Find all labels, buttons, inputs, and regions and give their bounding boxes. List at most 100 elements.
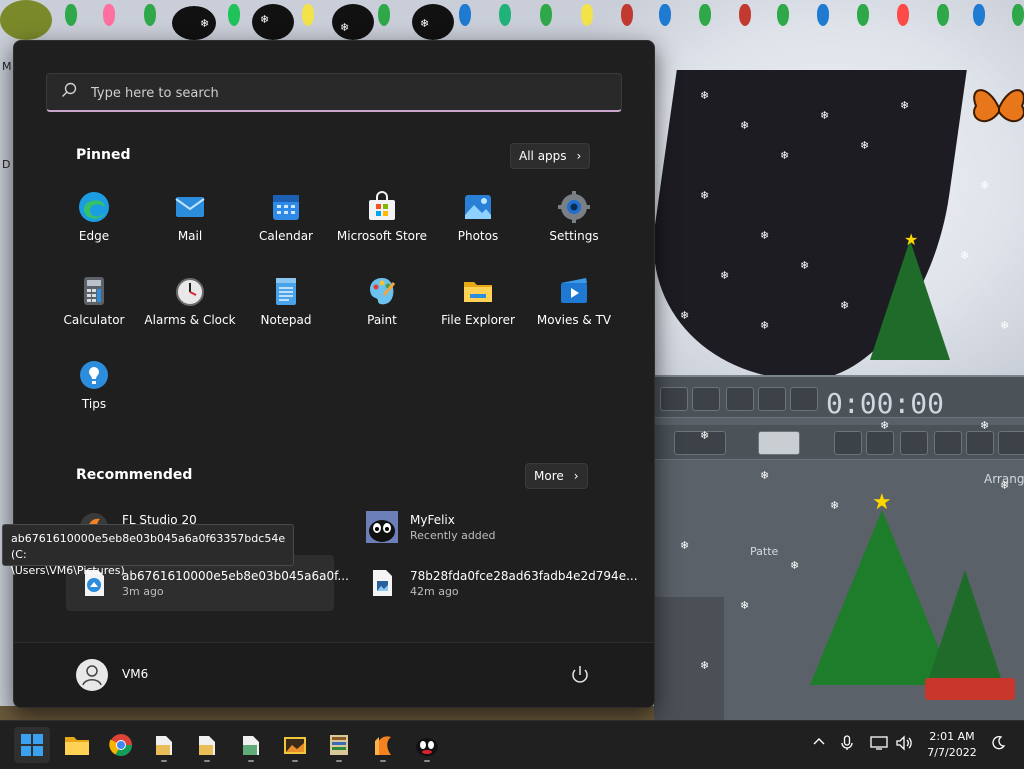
pinned-app-file-explorer[interactable]: File Explorer: [430, 267, 526, 343]
recommended-item-name: MyFelix: [410, 513, 455, 527]
fl-studio-icon: [375, 736, 391, 755]
volume-icon[interactable]: [895, 735, 913, 755]
taskbar-chrome[interactable]: [103, 727, 139, 763]
power-icon: [572, 666, 588, 683]
user-name: VM6: [122, 667, 149, 681]
taskbar-file-3[interactable]: [233, 727, 269, 763]
calendar-icon: [273, 195, 299, 220]
desktop-icon-label-fragment: M: [2, 60, 12, 73]
folder-icon: [464, 282, 492, 302]
calculator-icon: [84, 277, 104, 305]
pinned-app-label: Photos: [457, 229, 499, 243]
felix-icon: [416, 738, 438, 756]
fl-pattern-label: Patte: [750, 545, 779, 558]
pinned-app-label: Paint: [367, 313, 397, 327]
pinned-app-label: Movies & TV: [536, 313, 612, 327]
fl-time-display: 0:00:00: [826, 387, 945, 420]
pinned-app-label: Tips: [81, 397, 107, 411]
pinned-app-tips[interactable]: Tips: [46, 351, 142, 427]
file-path-tooltip: ab6761610000e5eb8e03b045a6a0f63357bdc54e…: [2, 524, 294, 577]
edge-icon: [79, 192, 109, 222]
clock-date: 7/7/2022: [927, 746, 977, 759]
christmas-lights: [0, 0, 1024, 40]
photos-icon: [465, 195, 491, 219]
recommended-item-sub: Recently added: [410, 529, 496, 542]
image-viewer-icon: [284, 737, 306, 754]
recommended-item-myfelix[interactable]: MyFelix Recently added: [354, 499, 622, 555]
chevron-right-icon: ›: [573, 469, 579, 483]
start-button[interactable]: [14, 727, 50, 763]
avatar: [76, 659, 108, 691]
recommended-item-image-2[interactable]: 78b28fda0fce28ad63fadb4e2d794e... 42m ag…: [354, 555, 638, 611]
search-input[interactable]: [89, 82, 613, 104]
pinned-app-label: Edge: [78, 229, 110, 243]
taskbar-file-explorer[interactable]: [59, 727, 95, 763]
pinned-title: Pinned: [76, 147, 131, 163]
search-icon: [61, 82, 77, 102]
file-icon: [199, 736, 215, 755]
chevron-up-icon[interactable]: [812, 735, 826, 753]
start-menu: Pinned All apps › Edge Mail Calendar Mic…: [13, 40, 655, 708]
pinned-app-calculator[interactable]: Calculator: [46, 267, 142, 343]
pinned-app-notepad[interactable]: Notepad: [238, 267, 334, 343]
pinned-app-label: Alarms & Clock: [144, 313, 236, 327]
recommended-item-sub: 42m ago: [410, 585, 459, 598]
pinned-app-calendar[interactable]: Calendar: [238, 183, 334, 259]
image-file-icon: [373, 570, 392, 596]
user-profile-button[interactable]: VM6: [76, 659, 216, 691]
recommended-title: Recommended: [76, 467, 193, 483]
tooltip-line-2: \Users\VM6\Pictures): [11, 564, 125, 577]
start-menu-footer: VM6: [14, 642, 654, 707]
more-button[interactable]: More ›: [525, 463, 588, 489]
recommended-item-sub: 3m ago: [122, 585, 164, 598]
store-icon: [369, 191, 395, 220]
file-icon: [156, 736, 172, 755]
pinned-app-label: Notepad: [260, 313, 312, 327]
paint-icon: [370, 278, 396, 305]
archive-icon: [330, 735, 348, 755]
taskbar-archive[interactable]: [321, 727, 357, 763]
gear-icon: [558, 191, 590, 223]
pinned-app-label: Settings: [549, 229, 599, 243]
chrome-icon: [109, 734, 132, 756]
desktop-icon-label-fragment: D: [2, 158, 11, 171]
notepad-icon: [276, 278, 296, 305]
pinned-app-edge[interactable]: Edge: [46, 183, 142, 259]
search-box[interactable]: [46, 73, 622, 112]
all-apps-button[interactable]: All apps ›: [510, 143, 591, 169]
windows-start-icon: [21, 734, 43, 756]
pinned-app-label: File Explorer: [441, 313, 515, 327]
taskbar-fl-studio[interactable]: [365, 727, 401, 763]
taskbar: 2:01 AM 7/7/2022: [0, 720, 1024, 769]
pinned-app-movies-tv[interactable]: Movies & TV: [526, 267, 622, 343]
movies-icon: [561, 278, 587, 303]
pinned-app-label: Calendar: [259, 229, 313, 243]
pinned-app-photos[interactable]: Photos: [430, 183, 526, 259]
wallpaper-strip: [0, 706, 654, 720]
taskbar-clock[interactable]: 2:01 AM 7/7/2022: [924, 729, 980, 761]
pinned-app-alarms-clock[interactable]: Alarms & Clock: [142, 267, 238, 343]
pinned-app-label: Mail: [177, 229, 203, 243]
file-explorer-icon: [65, 737, 89, 755]
pinned-app-microsoft-store[interactable]: Microsoft Store: [334, 183, 430, 259]
chevron-right-icon: ›: [576, 149, 582, 163]
microphone-icon[interactable]: [840, 735, 854, 755]
focus-assist-moon-icon[interactable]: [990, 735, 1006, 755]
network-icon[interactable]: [870, 735, 888, 755]
taskbar-file-1[interactable]: [146, 727, 182, 763]
pinned-app-paint[interactable]: Paint: [334, 267, 430, 343]
taskbar-image-viewer[interactable]: [277, 727, 313, 763]
fl-toolbar: 0:00:00: [654, 377, 1024, 420]
pinned-app-mail[interactable]: Mail: [142, 183, 238, 259]
felix-icon: [366, 511, 398, 543]
taskbar-felix[interactable]: [409, 727, 445, 763]
more-label: More: [534, 469, 564, 483]
pinned-app-label: Calculator: [63, 313, 125, 327]
tips-icon: [80, 361, 108, 389]
pinned-app-settings[interactable]: Settings: [526, 183, 622, 259]
recommended-item-name: 78b28fda0fce28ad63fadb4e2d794e...: [410, 569, 638, 583]
all-apps-label: All apps: [519, 149, 567, 163]
taskbar-file-2[interactable]: [189, 727, 225, 763]
power-button[interactable]: [566, 661, 594, 689]
fl-toolbar-2: [654, 425, 1024, 460]
